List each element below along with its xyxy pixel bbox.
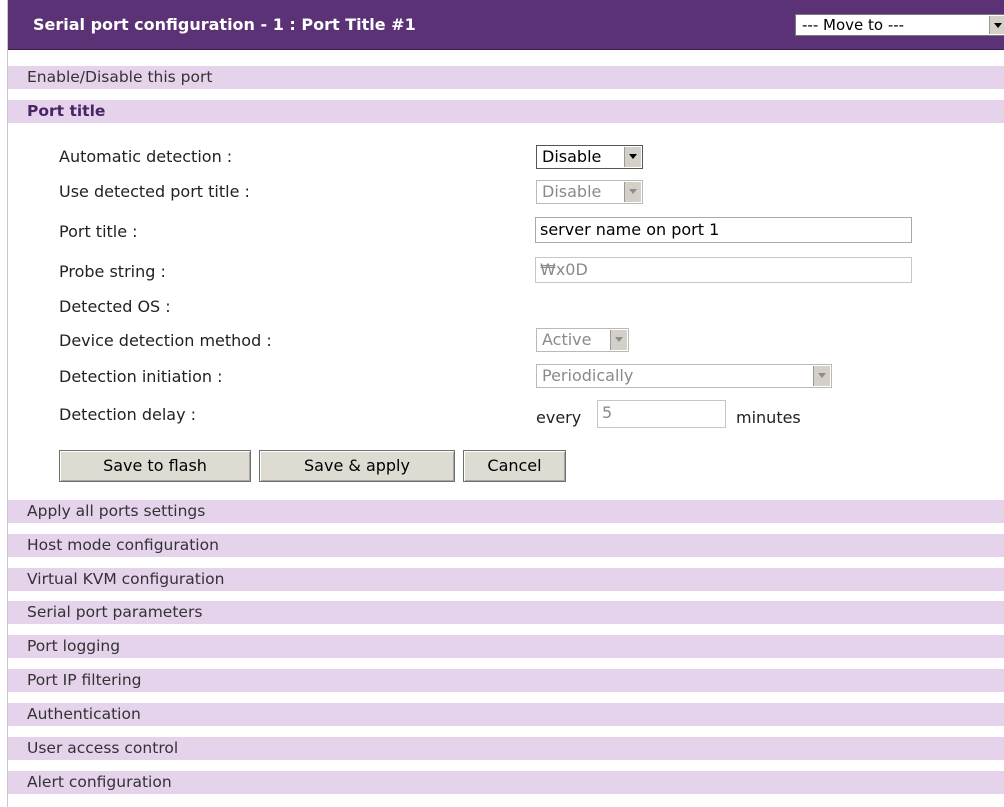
section-enable-disable[interactable]: Enable/Disable this port (8, 66, 1004, 89)
detection-delay-label: Detection delay : (59, 405, 197, 424)
section-label: User access control (27, 739, 179, 757)
section-user-access-control[interactable]: User access control (8, 737, 1004, 760)
cancel-button[interactable]: Cancel (463, 450, 566, 482)
section-label: Host mode configuration (27, 536, 219, 554)
automatic-detection-label: Automatic detection : (59, 147, 233, 166)
section-label: Enable/Disable this port (27, 68, 213, 86)
chevron-down-icon[interactable] (624, 147, 641, 167)
detection-delay-prefix: every (536, 408, 582, 427)
use-detected-title-select[interactable]: Disable (536, 180, 643, 204)
section-host-mode[interactable]: Host mode configuration (8, 534, 1004, 557)
section-label: Port IP filtering (27, 671, 142, 689)
section-label: Serial port parameters (27, 603, 203, 621)
section-label: Port title (27, 102, 106, 120)
section-port-ip-filtering[interactable]: Port IP filtering (8, 669, 1004, 692)
section-label: Authentication (27, 705, 141, 723)
section-virtual-kvm[interactable]: Virtual KVM configuration (8, 568, 1004, 591)
detection-method-value: Active (542, 330, 592, 349)
detected-os-label: Detected OS : (59, 297, 171, 316)
use-detected-title-label: Use detected port title : (59, 182, 250, 201)
chevron-down-icon[interactable] (989, 16, 1004, 34)
section-port-logging[interactable]: Port logging (8, 635, 1004, 658)
section-label: Port logging (27, 637, 121, 655)
title-bar: Serial port configuration - 1 : Port Tit… (8, 0, 1004, 50)
detection-delay-input[interactable]: 5 (597, 400, 726, 428)
chevron-down-icon[interactable] (610, 330, 627, 350)
section-label: Alert configuration (27, 773, 172, 791)
move-to-value: --- Move to --- (802, 16, 905, 34)
detection-initiation-label: Detection initiation : (59, 367, 223, 386)
section-serial-params[interactable]: Serial port parameters (8, 601, 1004, 624)
automatic-detection-select[interactable]: Disable (536, 145, 643, 169)
save-to-flash-button[interactable]: Save to flash (59, 450, 251, 482)
port-title-label: Port title : (59, 222, 138, 241)
port-title-input[interactable]: server name on port 1 (535, 217, 912, 243)
page-title: Serial port configuration - 1 : Port Tit… (33, 15, 416, 34)
section-alert-configuration[interactable]: Alert configuration (8, 771, 1004, 794)
detection-method-label: Device detection method : (59, 331, 272, 350)
probe-string-label: Probe string : (59, 262, 166, 281)
save-and-apply-button[interactable]: Save & apply (259, 450, 455, 482)
move-to-select[interactable]: --- Move to --- (795, 14, 1004, 36)
detection-initiation-value: Periodically (542, 366, 634, 385)
section-label: Virtual KVM configuration (27, 570, 225, 588)
detection-delay-suffix: minutes (736, 408, 801, 427)
chevron-down-icon[interactable] (624, 182, 641, 202)
use-detected-title-value: Disable (542, 182, 602, 201)
section-apply-all-ports[interactable]: Apply all ports settings (8, 500, 1004, 523)
section-port-title[interactable]: Port title (8, 100, 1004, 123)
probe-string-input[interactable]: ₩x0D (535, 257, 912, 283)
detection-initiation-select[interactable]: Periodically (536, 364, 832, 388)
config-panel: Serial port configuration - 1 : Port Tit… (7, 0, 1004, 807)
section-authentication[interactable]: Authentication (8, 703, 1004, 726)
detection-method-select[interactable]: Active (536, 328, 629, 352)
automatic-detection-value: Disable (542, 147, 602, 166)
section-label: Apply all ports settings (27, 502, 206, 520)
chevron-down-icon[interactable] (813, 366, 830, 386)
